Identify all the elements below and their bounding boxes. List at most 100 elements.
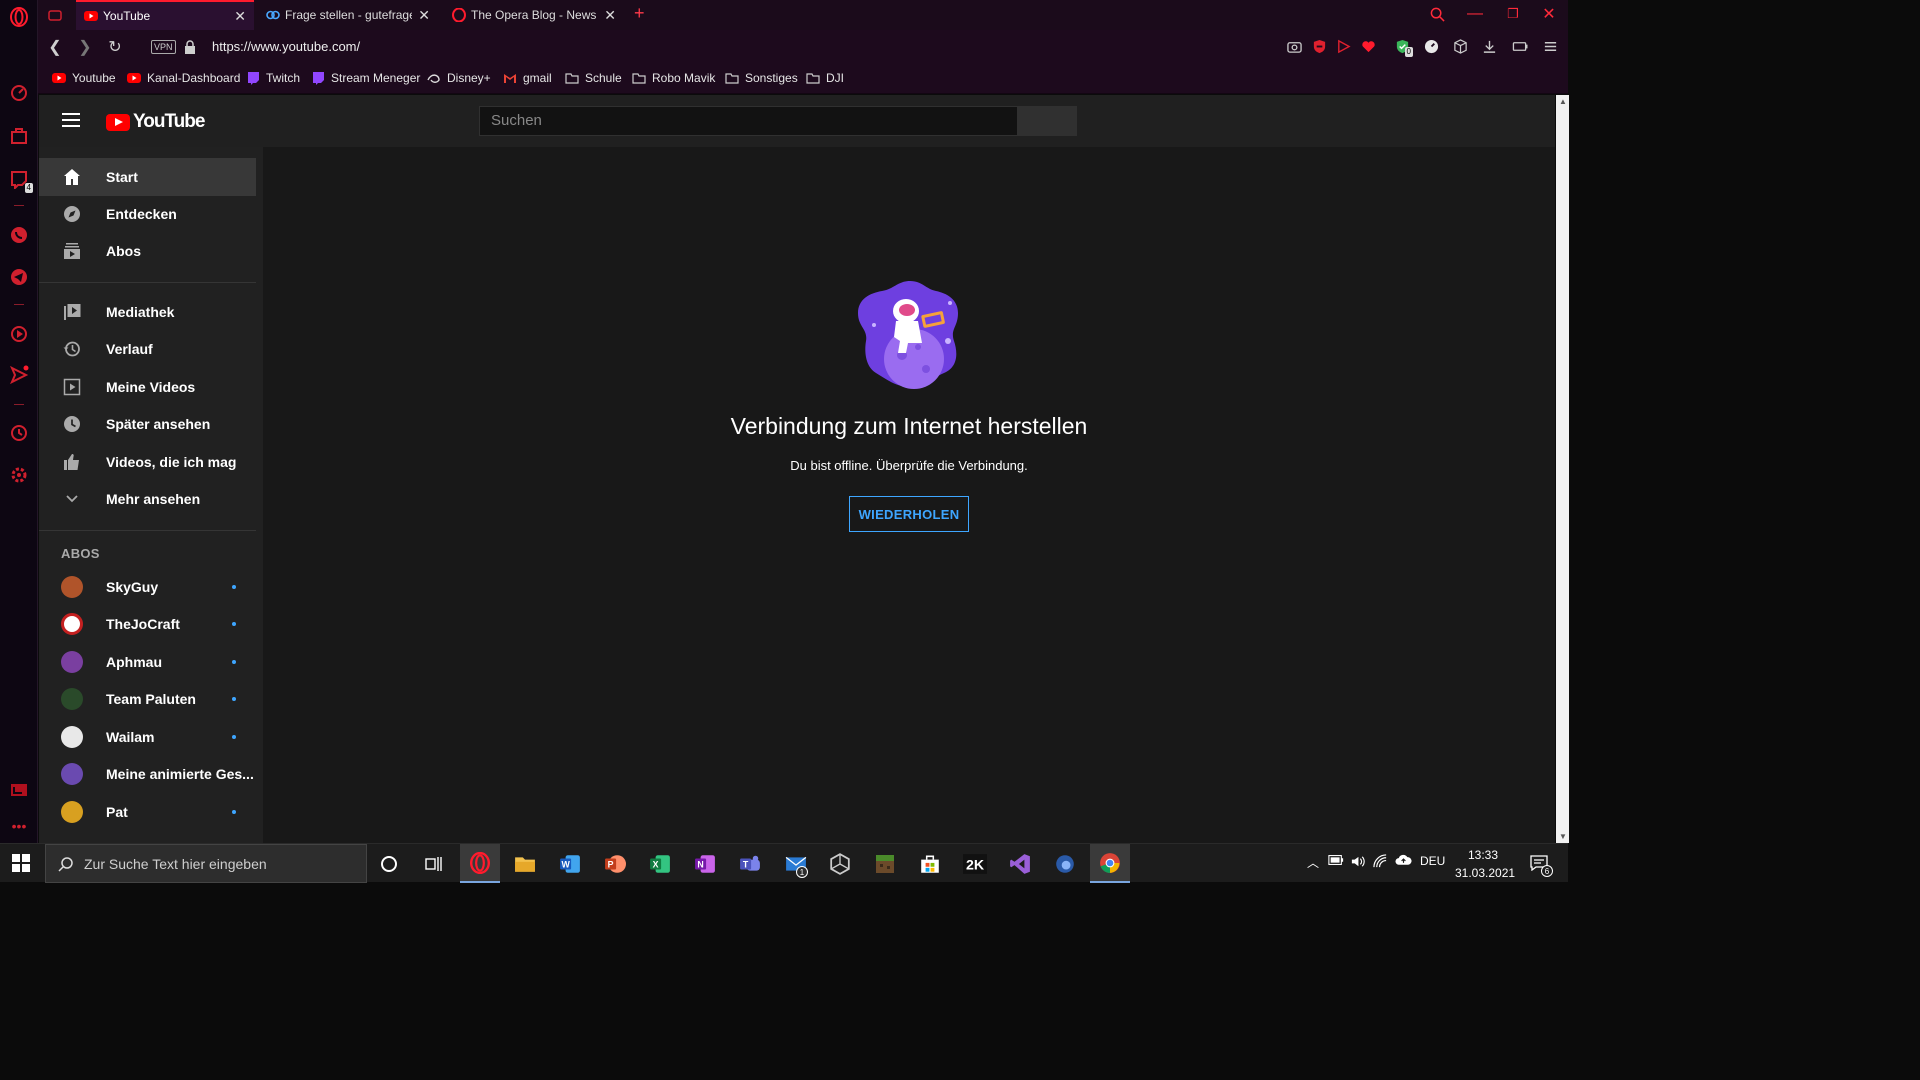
- adblock-shield-icon[interactable]: [1311, 38, 1327, 54]
- tab-youtube[interactable]: YouTube ✕: [76, 0, 254, 30]
- player-icon[interactable]: [8, 323, 30, 345]
- reload-icon[interactable]: ↻: [106, 38, 124, 56]
- privacy-check-icon[interactable]: 0: [1394, 38, 1413, 57]
- speed-dial-icon[interactable]: [8, 82, 30, 104]
- bookmark-robo-mavik[interactable]: Robo Mavik: [632, 71, 715, 85]
- microsoft-store-icon[interactable]: [910, 844, 950, 883]
- snapshot-camera-icon[interactable]: [1286, 38, 1302, 54]
- close-tab-icon[interactable]: ✕: [234, 8, 246, 25]
- new-tab-icon[interactable]: +: [634, 3, 645, 24]
- task-view-icon[interactable]: [413, 844, 453, 883]
- telegram-icon[interactable]: [8, 266, 30, 288]
- tab-opera-blog[interactable]: The Opera Blog - News | O ✕: [444, 0, 624, 30]
- word-icon[interactable]: W: [550, 844, 590, 883]
- 2k-launcher-icon[interactable]: 2K: [955, 844, 995, 883]
- opera-taskbar-icon[interactable]: [460, 844, 500, 883]
- taskbar-search-input[interactable]: Zur Suche Text hier eingeben: [45, 844, 367, 883]
- tray-expand-icon[interactable]: ︿: [1307, 854, 1319, 871]
- guide-item-start[interactable]: Start: [39, 158, 256, 196]
- bookmark-gmail[interactable]: gmail: [503, 71, 552, 85]
- download-icon[interactable]: [1481, 38, 1497, 54]
- back-icon[interactable]: ❮: [46, 38, 64, 56]
- restore-icon[interactable]: ❐: [1502, 3, 1524, 25]
- tab-gutefrage[interactable]: Frage stellen - gutefrage ✕: [258, 0, 438, 30]
- tab-workspace-icon[interactable]: [47, 7, 63, 23]
- close-tab-icon[interactable]: ✕: [604, 7, 616, 24]
- minimize-icon[interactable]: —: [1464, 3, 1486, 25]
- scroll-up-arrow-icon[interactable]: ▲: [1559, 97, 1567, 106]
- url-field[interactable]: https://www.youtube.com/: [212, 39, 360, 54]
- visual-studio-icon[interactable]: [1000, 844, 1040, 883]
- powerpoint-icon[interactable]: P: [595, 844, 635, 883]
- heart-icon[interactable]: [1360, 38, 1376, 54]
- youtube-logo[interactable]: YouTube: [106, 111, 205, 133]
- guide-item-mediathek[interactable]: Mediathek: [39, 293, 256, 331]
- search-button[interactable]: [1017, 106, 1077, 136]
- opera-menu-icon[interactable]: [8, 6, 30, 28]
- cortana-icon[interactable]: [369, 844, 409, 883]
- subscription-aphmau[interactable]: Aphmau: [39, 643, 256, 681]
- easy-setup-menu-icon[interactable]: [1542, 38, 1558, 54]
- subscription-meine-animierte[interactable]: Meine animierte Ges...: [39, 755, 256, 793]
- bookmark-kanal-dashboard[interactable]: Kanal-Dashboard: [127, 71, 240, 85]
- bookmark-schule[interactable]: Schule: [565, 71, 622, 85]
- close-window-icon[interactable]: ✕: [1538, 3, 1560, 25]
- guide-item-verlauf[interactable]: Verlauf: [39, 330, 256, 368]
- guide-item-liked-videos[interactable]: Videos, die ich mag: [39, 443, 256, 481]
- twitch-icon[interactable]: 4: [8, 168, 33, 193]
- onedrive-cloud-icon[interactable]: [1395, 854, 1412, 869]
- cube-icon[interactable]: [1452, 38, 1468, 54]
- clock-time[interactable]: 13:33: [1468, 848, 1498, 862]
- bookmark-stream-meneger[interactable]: Stream Meneger: [311, 71, 420, 85]
- scroll-down-arrow-icon[interactable]: ▼: [1559, 832, 1567, 841]
- battery-icon[interactable]: [1328, 854, 1344, 869]
- send-icon[interactable]: [8, 364, 30, 386]
- history-clock-icon[interactable]: [8, 422, 30, 444]
- subscription-team-paluten[interactable]: Team Paluten: [39, 680, 256, 718]
- vpn-badge[interactable]: VPN: [151, 40, 176, 54]
- network-icon[interactable]: [1373, 854, 1388, 872]
- player-extension-icon[interactable]: [1335, 38, 1351, 54]
- input-language[interactable]: DEU: [1420, 854, 1445, 868]
- onenote-icon[interactable]: N: [685, 844, 725, 883]
- file-explorer-icon[interactable]: [505, 844, 545, 883]
- mail-icon[interactable]: 1: [776, 844, 816, 883]
- guide-item-abos[interactable]: Abos: [39, 232, 256, 270]
- retry-button[interactable]: WIEDERHOLEN: [849, 496, 969, 532]
- subscription-pat[interactable]: Pat: [39, 793, 256, 831]
- tab-search-icon[interactable]: [1426, 3, 1448, 25]
- battery-saver-icon[interactable]: [1512, 38, 1528, 54]
- lock-icon[interactable]: [184, 40, 196, 54]
- windows-start-icon[interactable]: [12, 854, 30, 872]
- page-scrollbar[interactable]: ▲ ▼: [1556, 95, 1569, 843]
- guide-item-meine-videos[interactable]: Meine Videos: [39, 368, 256, 406]
- blue-app-icon[interactable]: [1045, 844, 1085, 883]
- search-input[interactable]: Suchen: [479, 106, 1018, 136]
- bookmark-dji[interactable]: DJI: [806, 71, 844, 85]
- bookmark-disney[interactable]: Disney+: [427, 71, 491, 85]
- guide-item-spaeter-ansehen[interactable]: Später ansehen: [39, 405, 256, 443]
- hamburger-menu-icon[interactable]: [62, 113, 80, 127]
- flow-icon[interactable]: [8, 779, 30, 801]
- volume-icon[interactable]: [1350, 854, 1365, 872]
- minecraft-icon[interactable]: [865, 844, 905, 883]
- guide-item-entdecken[interactable]: Entdecken: [39, 195, 256, 233]
- guide-item-mehr-ansehen[interactable]: Mehr ansehen: [39, 480, 256, 518]
- subscription-thejocraft[interactable]: TheJoCraft: [39, 605, 256, 643]
- settings-gear-icon[interactable]: [8, 464, 30, 486]
- action-center-icon[interactable]: 6: [1530, 855, 1553, 877]
- bookmark-youtube[interactable]: Youtube: [52, 71, 116, 85]
- bookmark-sonstiges[interactable]: Sonstiges: [725, 71, 798, 85]
- forward-icon[interactable]: ❯: [76, 38, 94, 56]
- subscription-skyguy[interactable]: SkyGuy: [39, 568, 256, 606]
- bag-icon[interactable]: [8, 125, 30, 147]
- subscription-wailam[interactable]: Wailam: [39, 718, 256, 756]
- excel-icon[interactable]: X: [640, 844, 680, 883]
- teams-icon[interactable]: T: [730, 844, 770, 883]
- unity-hub-icon[interactable]: [820, 844, 860, 883]
- close-tab-icon[interactable]: ✕: [418, 7, 430, 24]
- speedometer-icon[interactable]: [1423, 38, 1439, 54]
- more-dots-icon[interactable]: •••: [8, 815, 30, 837]
- chrome-icon[interactable]: [1090, 844, 1130, 883]
- whatsapp-icon[interactable]: [8, 224, 30, 246]
